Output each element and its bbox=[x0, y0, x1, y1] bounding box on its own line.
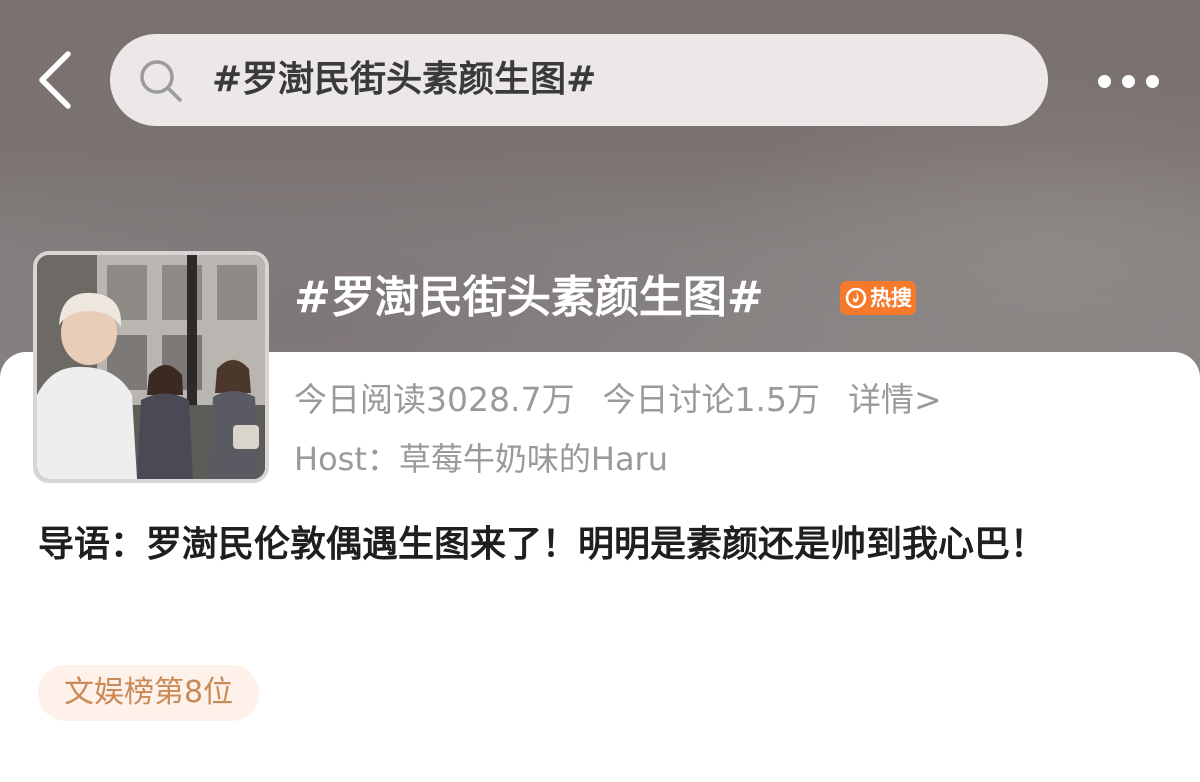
chevron-left-icon bbox=[39, 51, 71, 109]
reads-count: 今日阅读3028.7万 bbox=[294, 380, 575, 419]
topic-cover-image[interactable] bbox=[33, 251, 269, 483]
topic-stats: 今日阅读3028.7万 今日讨论1.5万 详情> bbox=[294, 372, 942, 428]
host-label: Host： bbox=[294, 440, 399, 478]
topic-host: Host：草莓牛奶味的Haru bbox=[294, 432, 668, 486]
more-dots-icon bbox=[1146, 75, 1159, 88]
search-query[interactable]: #罗澍民街头素颜生图# bbox=[212, 34, 596, 126]
more-dots-icon bbox=[1098, 75, 1111, 88]
topic-title: #罗澍民街头素颜生图# bbox=[294, 272, 764, 323]
back-button[interactable] bbox=[36, 50, 76, 110]
hot-search-badge: 热搜 bbox=[840, 281, 916, 315]
more-dots-icon bbox=[1122, 75, 1135, 88]
fire-icon bbox=[845, 287, 867, 309]
rank-tag[interactable]: 文娱榜第8位 bbox=[38, 665, 260, 721]
topic-intro: 导语：罗澍民伦敦偶遇生图来了！明明是素颜还是帅到我心巴！ bbox=[38, 524, 1047, 565]
more-button[interactable] bbox=[1094, 72, 1164, 92]
host-name[interactable]: 草莓牛奶味的Haru bbox=[399, 440, 668, 478]
discussions-count: 今日讨论1.5万 bbox=[602, 380, 820, 419]
details-link[interactable]: 详情> bbox=[848, 372, 942, 428]
search-bar[interactable]: #罗澍民街头素颜生图# bbox=[110, 34, 1048, 126]
hot-badge-label: 热搜 bbox=[870, 286, 912, 310]
search-icon bbox=[140, 60, 182, 102]
